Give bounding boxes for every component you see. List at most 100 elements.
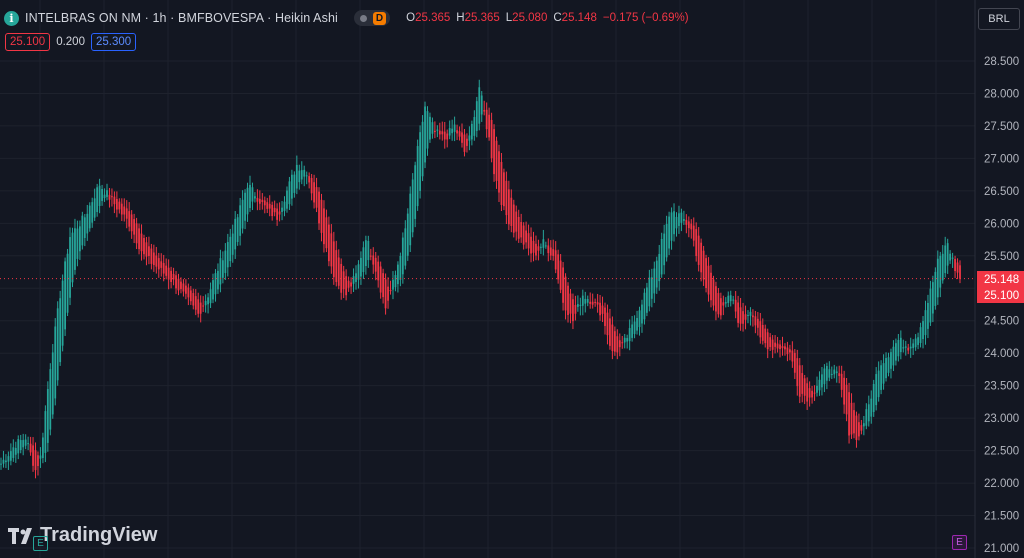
y-tick-label: 24.000 <box>984 348 1019 360</box>
info-icon[interactable]: i <box>4 10 19 26</box>
candle <box>537 239 540 261</box>
candle-body <box>564 276 567 311</box>
candle <box>330 224 333 274</box>
candle <box>670 207 673 250</box>
candle <box>165 258 168 280</box>
candle-body <box>61 280 64 346</box>
candle-body <box>130 214 133 232</box>
candle-body <box>872 384 875 412</box>
candle-body <box>150 248 153 264</box>
candle <box>895 338 897 366</box>
candle-body <box>692 225 695 241</box>
candle <box>845 377 848 422</box>
candle <box>495 136 498 189</box>
y-tick-label: 21.000 <box>984 543 1019 555</box>
candle-body <box>601 305 604 314</box>
candle-body <box>949 253 952 261</box>
candle <box>919 322 922 348</box>
candle <box>441 121 444 141</box>
candle-body <box>187 287 190 298</box>
candle-body <box>49 369 52 430</box>
candle-body <box>424 106 426 163</box>
candle-body <box>86 213 89 234</box>
candle <box>663 224 666 275</box>
candle-body <box>742 311 744 324</box>
candle-body <box>411 179 414 233</box>
candle <box>401 232 404 284</box>
candle-body <box>5 460 7 463</box>
candle <box>135 217 138 250</box>
candle-body <box>118 201 121 210</box>
candle <box>803 374 806 405</box>
candle <box>133 213 136 244</box>
candle <box>184 279 187 300</box>
candle-body <box>81 215 84 246</box>
candle-body <box>808 388 811 398</box>
candle-body <box>246 187 249 215</box>
price-chart[interactable]: 28.500 28.000 27.500 27.000 26.500 26.000 25.5… <box>0 0 1024 558</box>
candle-body <box>890 352 892 369</box>
candle-body <box>22 440 25 448</box>
candle-body <box>821 374 823 388</box>
symbol-title[interactable]: INTELBRAS ON NM · 1h · BMFBOVESPA · Heik… <box>25 11 338 25</box>
candle-body <box>123 206 126 215</box>
candle <box>747 310 749 324</box>
candle <box>115 191 118 218</box>
candle-body <box>473 117 476 136</box>
candle-body <box>143 238 145 255</box>
candle-body <box>776 343 779 349</box>
candle <box>189 286 192 305</box>
candle-body <box>687 221 690 229</box>
tradingview-logo[interactable]: TradingView <box>8 524 157 547</box>
candle <box>246 182 249 222</box>
visibility-toggle[interactable]: D <box>353 10 391 26</box>
candle <box>860 419 863 435</box>
candle-body <box>254 196 256 199</box>
candle-body <box>394 275 397 288</box>
candle <box>848 382 850 444</box>
candle-body <box>39 455 42 459</box>
candle-body <box>167 267 170 280</box>
y-tick-label: 27.500 <box>984 121 1019 133</box>
candle <box>586 295 589 307</box>
candle <box>192 288 195 310</box>
candle <box>788 344 791 361</box>
candle-body <box>712 279 715 306</box>
candle <box>798 358 801 404</box>
candle-body <box>493 129 495 175</box>
candle-body <box>813 392 816 394</box>
candle-body <box>695 229 698 256</box>
currency-selector[interactable]: BRL <box>978 8 1020 30</box>
earnings-marker[interactable]: E <box>33 536 48 551</box>
candle <box>209 282 212 309</box>
candle <box>419 125 422 199</box>
candle <box>51 344 54 419</box>
candle-body <box>646 287 648 313</box>
candle <box>520 213 523 243</box>
candle-body <box>537 246 540 251</box>
candle <box>552 239 555 261</box>
candle-body <box>303 169 306 177</box>
sell-button[interactable]: 25.100 <box>5 33 51 51</box>
candle-body <box>332 241 335 278</box>
candle-body <box>572 299 574 322</box>
candle-body <box>466 138 468 146</box>
earnings-marker[interactable]: E <box>952 535 967 550</box>
candle-body <box>76 228 79 259</box>
candle <box>273 200 276 217</box>
candle-body <box>0 463 2 465</box>
candle-body <box>902 347 905 349</box>
candle-body <box>64 261 66 330</box>
buy-button[interactable]: 25.300 <box>90 33 137 51</box>
candle <box>648 269 651 312</box>
candle-body <box>384 279 387 309</box>
candle <box>357 260 360 289</box>
candle <box>710 264 712 308</box>
candle-body <box>697 235 700 265</box>
candle-body <box>448 128 451 136</box>
candle-body <box>91 202 94 223</box>
candle-body <box>355 273 357 282</box>
candle-body <box>421 121 424 177</box>
candle-body <box>2 459 5 464</box>
candle <box>808 381 811 407</box>
